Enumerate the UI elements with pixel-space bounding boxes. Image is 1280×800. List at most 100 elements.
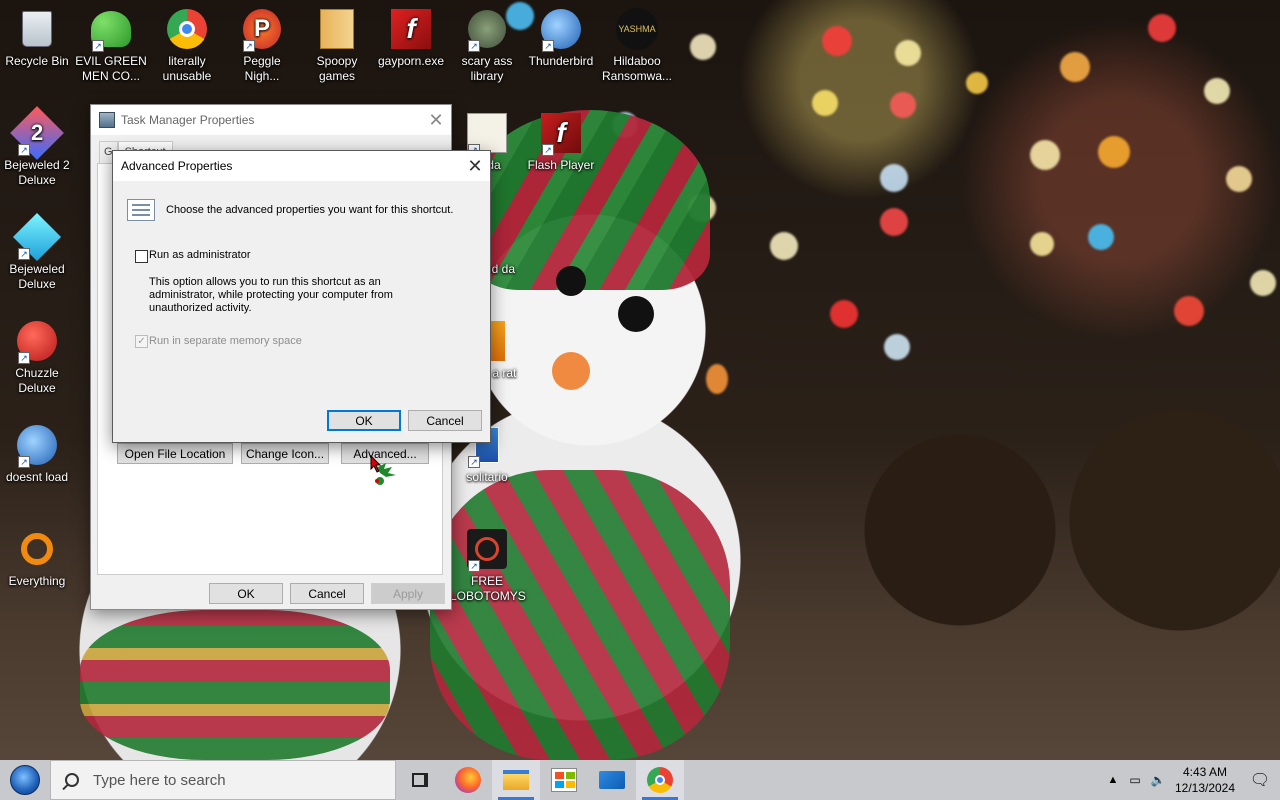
bokeh-light — [1148, 14, 1176, 42]
desktop-icon-chuzzle-deluxe[interactable]: ↗ Chuzzle Deluxe — [0, 320, 74, 396]
shortcut-arrow-icon: ↗ — [468, 40, 480, 52]
cancel-button[interactable]: Cancel — [408, 410, 482, 431]
snowman-scarf — [430, 470, 730, 760]
desktop-icon-scary-ass-library[interactable]: ↗ scary ass library — [450, 8, 524, 84]
system-tray: ▲ ▭ 🔈 4:43 AM 12/13/2024 🗨 — [1102, 760, 1280, 800]
desktop-icon-literally-unusable[interactable]: literally unusable — [150, 8, 224, 84]
desktop-icon-everything[interactable]: Everything — [0, 528, 74, 589]
taskbar-store[interactable] — [540, 760, 588, 800]
search-box[interactable]: Type here to search — [50, 760, 396, 800]
start-button[interactable] — [0, 760, 50, 800]
bokeh-light — [822, 26, 852, 56]
cursor-icon — [370, 454, 400, 492]
bejeweled2-icon: 2 ↗ — [10, 106, 64, 160]
desktop-icon-doesnt-load[interactable]: ↗ doesnt load — [0, 424, 74, 485]
desktop-icon-gayporn-exe[interactable]: f gayporn.exe — [374, 8, 448, 69]
shortcut-arrow-icon: ↗ — [18, 352, 30, 364]
change-icon-button[interactable]: Change Icon... — [241, 443, 329, 464]
close-icon[interactable]: ✕ — [421, 105, 451, 135]
chrome-icon — [166, 8, 208, 50]
hilda-icon: ↗ — [466, 112, 508, 156]
chuzzle-icon: ↗ — [16, 320, 58, 364]
advanced-properties-dialog: Advanced Properties ✕ Choose the advance… — [112, 150, 491, 443]
desktop-icon-free-lobotomys[interactable]: ↗ FREE LOBOTOMYS — [450, 528, 526, 604]
bokeh-light — [706, 364, 728, 394]
shortcut-arrow-icon: ↗ — [542, 40, 554, 52]
shortcut-arrow-icon: ↗ — [542, 144, 554, 156]
desktop-icon-peggle[interactable]: P ↗ Peggle Nigh... — [225, 8, 299, 84]
bokeh-light — [1030, 232, 1054, 256]
desktop-icon-bejeweled-2[interactable]: 2 ↗ Bejeweled 2 Deluxe — [0, 106, 74, 188]
flash-icon: f — [390, 8, 432, 50]
snowman-scarf — [80, 610, 390, 760]
bokeh-light — [1204, 78, 1230, 104]
desktop-icon-evil-green-men[interactable]: ↗ EVIL GREEN MEN CO... — [74, 8, 148, 84]
properties-list-icon — [127, 199, 155, 221]
yashma-icon: YASHMA — [616, 8, 658, 50]
task-view-button[interactable] — [396, 760, 444, 800]
volume-icon[interactable]: 🔈 — [1146, 773, 1170, 787]
taskbar-firefox[interactable] — [444, 760, 492, 800]
shortcut-app-icon — [99, 112, 115, 128]
bokeh-light — [880, 208, 908, 236]
desktop-icon-recycle-bin[interactable]: Recycle Bin — [0, 8, 74, 69]
notification-icon[interactable]: 🗨 — [1240, 770, 1280, 790]
ok-button[interactable]: OK — [327, 410, 401, 431]
search-placeholder: Type here to search — [93, 771, 226, 789]
mail-icon — [599, 771, 625, 789]
search-icon — [62, 773, 79, 791]
flash-icon: f ↗ — [540, 112, 582, 156]
bokeh-light — [770, 232, 798, 260]
network-icon[interactable]: ▭ — [1124, 773, 1146, 787]
taskbar-file-explorer[interactable] — [492, 760, 540, 800]
clock[interactable]: 4:43 AM 12/13/2024 — [1170, 764, 1240, 796]
dialog-header-text: Choose the advanced properties you want … — [166, 204, 454, 216]
cancel-button[interactable]: Cancel — [290, 583, 364, 604]
shortcut-arrow-icon: ↗ — [18, 248, 30, 260]
bokeh-light — [830, 300, 858, 328]
task-view-icon — [412, 773, 428, 787]
apply-button[interactable]: Apply — [371, 583, 445, 604]
shortcut-arrow-icon: ↗ — [18, 144, 30, 156]
run-as-admin-description: This option allows you to run this short… — [149, 276, 393, 314]
shortcut-arrow-icon: ↗ — [468, 456, 480, 468]
desktop-icon-hildaboo-ransomware[interactable]: YASHMA Hildaboo Ransomwa... — [600, 8, 674, 84]
taskbar: Type here to search ▲ ▭ 🔈 4:43 AM 12/13/… — [0, 760, 1280, 800]
diamond-icon: ↗ — [12, 212, 62, 262]
store-icon — [551, 768, 577, 792]
taskbar-mail[interactable] — [588, 760, 636, 800]
desktop-icon-spoopy-games[interactable]: Spoopy games — [300, 8, 374, 84]
desktop-icon-thunderbird[interactable]: ↗ Thunderbird — [524, 8, 598, 69]
bokeh-light — [1060, 52, 1090, 82]
chevron-up-icon[interactable]: ▲ — [1102, 774, 1124, 786]
run-as-admin-label[interactable]: Run as administrator — [149, 249, 251, 261]
separate-memory-checkbox: ✓ — [135, 335, 148, 348]
magnifier-icon — [16, 528, 58, 570]
title-bar: Task Manager Properties ✕ — [91, 105, 451, 135]
bokeh-light — [1250, 270, 1276, 296]
snowman-eye — [618, 296, 654, 332]
window-title: Task Manager Properties — [121, 113, 255, 127]
windows-logo-icon — [10, 765, 40, 795]
clock-time: 4:43 AM — [1182, 765, 1228, 779]
bokeh-light — [1098, 136, 1130, 168]
dialog-title: Advanced Properties — [121, 159, 233, 173]
thunderbird-icon: ↗ — [540, 8, 582, 52]
open-file-location-button[interactable]: Open File Location — [117, 443, 233, 464]
bokeh-light — [812, 90, 838, 116]
close-icon[interactable]: ✕ — [460, 151, 490, 181]
firefox-icon — [455, 767, 481, 793]
peggle-icon: P ↗ — [241, 8, 283, 52]
ok-button[interactable]: OK — [209, 583, 283, 604]
desktop-icon-flash-player[interactable]: f ↗ Flash Player — [524, 112, 598, 173]
shortcut-arrow-icon: ↗ — [92, 40, 104, 52]
desktop-icon-bejeweled-deluxe[interactable]: ↗ Bejeweled Deluxe — [0, 212, 74, 292]
snowman-nose — [552, 352, 590, 390]
clock-date: 12/13/2024 — [1174, 781, 1236, 795]
shortcut-arrow-icon: ↗ — [18, 456, 30, 468]
run-as-admin-checkbox[interactable] — [135, 250, 148, 263]
bokeh-light — [895, 40, 921, 66]
taskbar-chrome[interactable] — [636, 760, 684, 800]
people-icon: ↗ — [90, 8, 132, 52]
bokeh-light — [1088, 224, 1114, 250]
